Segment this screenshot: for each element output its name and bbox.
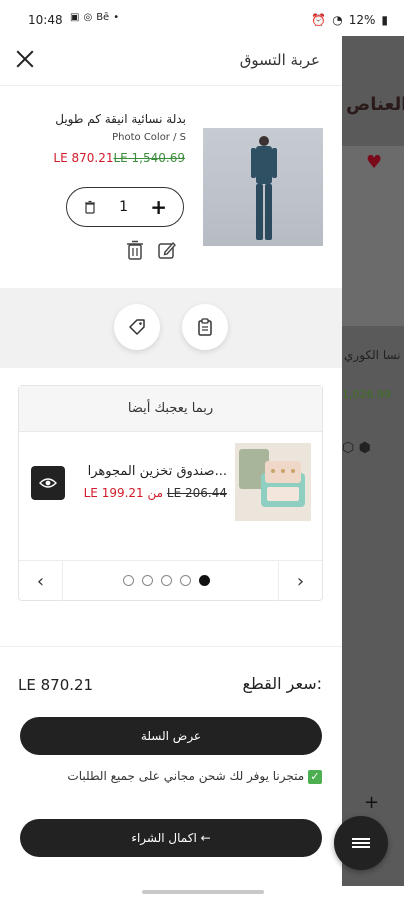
jewelry-box-photo: [235, 443, 311, 521]
pager-dot[interactable]: [199, 575, 210, 586]
pager-dot[interactable]: [161, 575, 172, 586]
home-indicator[interactable]: [142, 890, 264, 894]
dot-icon: •: [113, 12, 120, 23]
cart-item-price: LE 870.21LE 1,540.69: [53, 151, 185, 165]
suggested-product-name[interactable]: صندوق تخزين المجوهرا...: [88, 464, 227, 479]
delete-icon[interactable]: [124, 239, 146, 261]
shipping-note-text: متجرنا يوفر لك شحن مجاني على جميع الطلبا…: [67, 769, 305, 783]
close-icon[interactable]: [14, 48, 36, 70]
cart-item-name[interactable]: بدلة نسائية انيقة كم طويل: [55, 112, 186, 126]
view-cart-button[interactable]: عرض السلة: [20, 717, 322, 755]
chevron-right-icon[interactable]: ›: [278, 561, 322, 601]
cart-header: عربة التسوق: [0, 36, 342, 86]
menu-button[interactable]: [334, 816, 388, 870]
notification-icons: ▣ ◎ Bē •: [70, 12, 119, 23]
clipboard-icon: [198, 318, 212, 336]
pager-dot[interactable]: [180, 575, 191, 586]
system-icons: ⏰ ◔ 12% ▮: [311, 13, 388, 27]
suggested-product-image[interactable]: [235, 443, 311, 521]
cart-item-variant: Photo Color / S: [112, 132, 186, 143]
plus-icon[interactable]: +: [364, 792, 379, 813]
cart-item-price-old: LE 1,540.69: [113, 151, 185, 165]
heart-icon[interactable]: ♥: [366, 152, 382, 173]
suggestions-panel: ربما يعجبك أيضا صندوق تخزين المجوهرا... …: [18, 385, 323, 601]
status-time: 10:48: [28, 13, 63, 27]
cart-drawer: عربة التسوق بدلة نسائية انيقة كم طويل Ph…: [0, 36, 342, 886]
behance-icon: Bē: [96, 12, 110, 23]
background-action-icons[interactable]: ⬡ ⬢: [342, 440, 371, 456]
decrease-trash-icon[interactable]: [83, 200, 97, 214]
suggestions-pager: ‹ ›: [19, 560, 322, 601]
divider: [0, 646, 342, 647]
suggested-price-new: LE 199.21: [83, 486, 144, 500]
pager-dot[interactable]: [142, 575, 153, 586]
cart-item-actions: [124, 239, 178, 261]
battery-icon: ▮: [381, 13, 388, 27]
checkout-button[interactable]: اكمال الشراء ←: [20, 819, 322, 857]
quantity-value: 1: [119, 199, 129, 215]
background-product-card[interactable]: [342, 146, 404, 326]
chevron-left-icon[interactable]: ‹: [19, 561, 63, 601]
wifi-icon: ◔: [332, 13, 343, 27]
subtotal-value: LE 870.21: [18, 676, 94, 694]
shipping-note: متجرنا يوفر لك شحن مجاني على جميع الطلبا…: [67, 769, 322, 784]
alarm-icon: ⏰: [311, 13, 327, 27]
coupon-button[interactable]: [114, 304, 160, 350]
tag-icon: [129, 319, 145, 335]
cart-tools-band: [0, 288, 342, 368]
quick-view-button[interactable]: [31, 466, 65, 500]
suggestions-title: ربما يعجبك أيضا: [19, 386, 322, 432]
increase-quantity-button[interactable]: +: [150, 197, 167, 217]
background-product-price: 1,026.99: [342, 388, 391, 401]
eye-icon: [39, 478, 57, 488]
quantity-stepper: 1 +: [66, 187, 184, 227]
hamburger-icon: [352, 836, 370, 850]
suggested-product-price: LE 199.21 من LE 206.44: [84, 486, 227, 500]
battery-level: 12%: [348, 13, 376, 27]
order-note-button[interactable]: [182, 304, 228, 350]
pager-dot[interactable]: [123, 575, 134, 586]
suggested-price-from: من: [147, 486, 164, 500]
cart-item-price-new: LE 870.21: [53, 151, 114, 165]
cart-item-image[interactable]: [203, 128, 323, 246]
background-product-name: سترة نسا الكوري: [344, 348, 404, 362]
suggested-price-old: LE 206.44: [166, 486, 227, 500]
check-icon: ✓: [308, 769, 322, 784]
edit-icon[interactable]: [156, 239, 178, 261]
subtotal-label: سعر القطع:: [242, 674, 322, 693]
product-photo: [251, 136, 277, 240]
status-bar: 10:48 ▣ ◎ Bē • ⏰ ◔ 12% ▮: [0, 0, 404, 36]
background-section-title: العناص: [346, 94, 404, 115]
cart-title: عربة التسوق: [239, 51, 320, 69]
whatsapp-icon: ◎: [83, 12, 93, 23]
background-page[interactable]: العناص ♥ سترة نسا الكوري 1,026.99 ⬡ ⬢ +: [342, 36, 404, 886]
pager-dots: [123, 575, 210, 586]
image-icon: ▣: [70, 12, 80, 23]
